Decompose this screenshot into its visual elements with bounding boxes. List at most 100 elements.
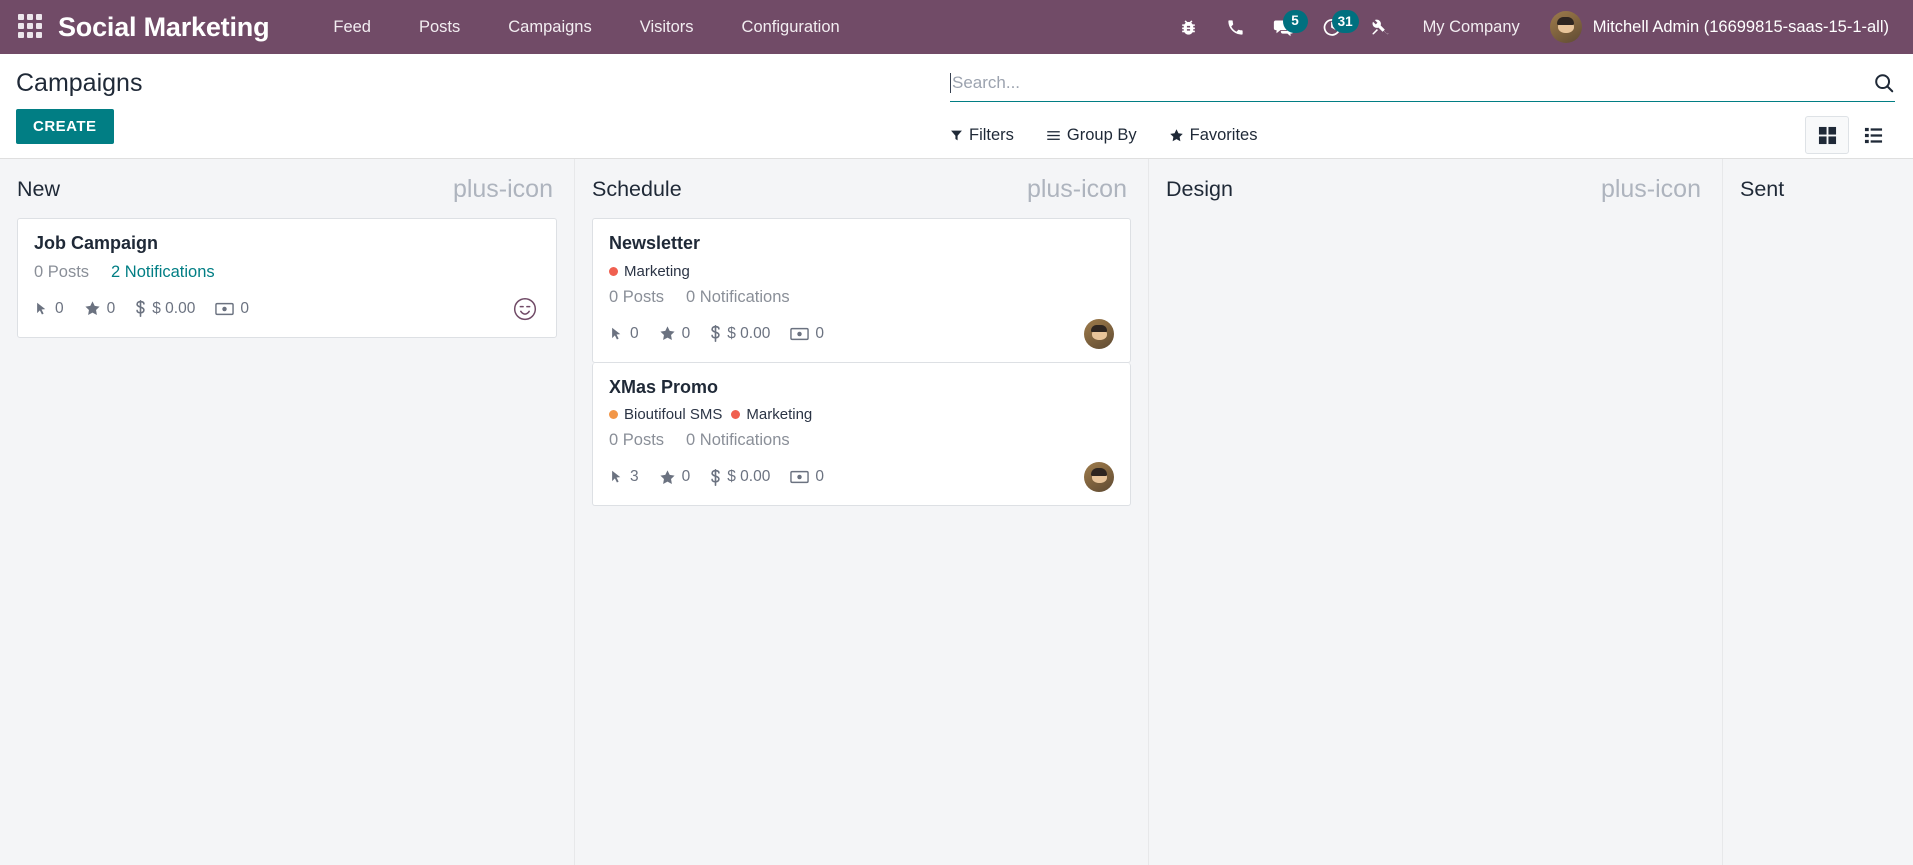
- card-counts: 0 Posts 0 Notifications: [609, 431, 1114, 450]
- top-navbar: Social Marketing Feed Posts Campaigns Vi…: [0, 0, 1913, 54]
- kanban-column-header: New plus-icon: [9, 159, 565, 218]
- card-footer: 3 0 $ 0.00 0: [609, 462, 1114, 493]
- group-by-label: Group By: [1066, 125, 1137, 144]
- mouse-pointer-icon: [34, 301, 49, 317]
- posts-count: 0 Posts: [609, 431, 665, 450]
- kanban-view-button[interactable]: [1805, 116, 1849, 154]
- kanban-card[interactable]: Newsletter Marketing 0 Posts 0 Notification…: [592, 218, 1131, 363]
- money-bill-icon: [790, 470, 810, 484]
- menu-item-visitors[interactable]: Visitors: [616, 1, 718, 54]
- menu-item-feed[interactable]: Feed: [309, 1, 395, 54]
- create-button[interactable]: CREATE: [16, 108, 114, 144]
- menu-item-campaigns[interactable]: Campaigns: [484, 1, 615, 54]
- apps-grid-icon[interactable]: [18, 14, 44, 40]
- tag-color-dot: [609, 410, 618, 420]
- search-icon[interactable]: [1863, 72, 1895, 94]
- favorites-button[interactable]: Favorites: [1169, 122, 1272, 149]
- kanban-column-title: Design: [1166, 176, 1233, 201]
- dollar-sign-icon: [135, 300, 146, 318]
- tools-icon[interactable]: [1356, 10, 1403, 45]
- stat-value: 0: [815, 468, 824, 486]
- plus-icon[interactable]: plus-icon: [449, 177, 557, 202]
- card-title: Newsletter: [609, 233, 701, 253]
- kanban-card-group: Newsletter Marketing 0 Posts 0 Notification…: [592, 218, 1131, 507]
- kanban-card[interactable]: XMas Promo Bioutifoul SMS Marketing 0 Posts…: [592, 362, 1131, 507]
- view-switcher: [1805, 116, 1895, 154]
- list-view-button[interactable]: [1851, 116, 1895, 154]
- kanban-card[interactable]: Job Campaign 0 Posts 2 Notifications 0 0 $ 0.…: [17, 218, 557, 338]
- list-icon: [1864, 127, 1882, 143]
- stat-value: 0: [681, 468, 691, 486]
- stat-mouse-pointer: 0: [34, 300, 64, 318]
- star-icon: [84, 300, 101, 317]
- star-icon: [659, 469, 676, 486]
- search-bar[interactable]: [950, 70, 1895, 102]
- notifications-count: 0 Notifications: [686, 431, 790, 450]
- user-menu[interactable]: Mitchell Admin (16699815-saas-15-1-all): [1540, 5, 1895, 49]
- stat-value: 0: [106, 299, 116, 317]
- filter-funnel-icon: [951, 130, 962, 140]
- tag-label: Bioutifoul SMS: [624, 406, 723, 424]
- kanban-column: Schedule plus-icon Newsletter Marketing 0 Po…: [574, 159, 1148, 865]
- plus-icon[interactable]: plus-icon: [1597, 177, 1705, 202]
- card-counts: 0 Posts 2 Notifications: [34, 263, 540, 282]
- stat-value: 3: [630, 468, 639, 486]
- dollar-sign-icon: [710, 325, 721, 343]
- stat-money-bill: 0: [215, 300, 249, 318]
- stat-value: $ 0.00: [727, 468, 771, 486]
- tag-label: Marketing: [624, 262, 690, 280]
- group-by-button[interactable]: Group By: [1046, 122, 1151, 149]
- text-caret: [950, 73, 951, 93]
- filter-row: Filters Group By Favorites: [950, 116, 1895, 154]
- notifications-count: 0 Notifications: [686, 287, 790, 306]
- kanban-column-title: Sent: [1740, 176, 1785, 201]
- kanban-column-header: Design plus-icon: [1158, 159, 1713, 218]
- notifications-count[interactable]: 2 Notifications: [111, 263, 215, 282]
- kanban-icon: [1818, 126, 1836, 144]
- messages-icon[interactable]: 5: [1259, 9, 1308, 46]
- search-input[interactable]: [952, 70, 1863, 96]
- stat-money-bill: 0: [790, 468, 824, 486]
- card-tag[interactable]: Bioutifoul SMS: [609, 406, 722, 423]
- stat-value: 0: [240, 299, 249, 317]
- card-footer: 0 0 $ 0.00 0: [34, 294, 540, 324]
- filters-button[interactable]: Filters: [950, 122, 1028, 149]
- plus-icon[interactable]: plus-icon: [1023, 177, 1131, 202]
- bars-icon: [1047, 130, 1060, 140]
- kanban-column: Sentplus-icon: [1722, 159, 1913, 865]
- menu-item-configuration[interactable]: Configuration: [718, 1, 864, 54]
- kanban-column-header: Sentplus-icon: [1732, 159, 1913, 218]
- control-panel-left: Campaigns CREATE: [0, 54, 950, 144]
- menu-item-posts[interactable]: Posts: [395, 1, 484, 54]
- kanban-column-header: Schedule plus-icon: [584, 159, 1139, 218]
- bug-icon[interactable]: [1165, 10, 1212, 45]
- card-tag[interactable]: Marketing: [731, 406, 812, 423]
- mouse-pointer-icon: [609, 469, 624, 485]
- company-switcher[interactable]: My Company: [1403, 1, 1540, 54]
- stat-star: 0: [659, 468, 691, 486]
- activities-clock-icon[interactable]: 31: [1308, 9, 1359, 45]
- stat-value: 0: [55, 299, 64, 317]
- kanban-column: New plus-icon Job Campaign 0 Posts 2 Notific…: [0, 159, 574, 865]
- avatar[interactable]: [1084, 318, 1114, 349]
- star-icon: [659, 325, 676, 342]
- stat-mouse-pointer: 0: [609, 325, 639, 343]
- filters-label: Filters: [969, 125, 1014, 144]
- app-brand-title[interactable]: Social Marketing: [58, 12, 270, 43]
- card-tags: Bioutifoul SMS Marketing: [609, 406, 1114, 423]
- card-counts: 0 Posts 0 Notifications: [609, 288, 1114, 307]
- tag-label: Marketing: [746, 406, 813, 424]
- card-footer: 0 0 $ 0.00 0: [609, 318, 1114, 349]
- posts-count: 0 Posts: [34, 262, 90, 281]
- card-tag[interactable]: Marketing: [609, 263, 690, 280]
- dollar-sign-icon: [710, 468, 721, 486]
- tag-color-dot: [609, 266, 618, 276]
- money-bill-icon: [215, 302, 235, 316]
- smiley-placeholder-avatar[interactable]: [510, 294, 540, 324]
- stat-value: 0: [681, 324, 691, 342]
- phone-icon[interactable]: [1212, 10, 1259, 45]
- control-panel: Campaigns CREATE Filters: [0, 54, 1913, 159]
- avatar[interactable]: [1084, 462, 1114, 493]
- stat-dollar-sign: $ 0.00: [710, 468, 770, 486]
- avatar: [1549, 11, 1582, 43]
